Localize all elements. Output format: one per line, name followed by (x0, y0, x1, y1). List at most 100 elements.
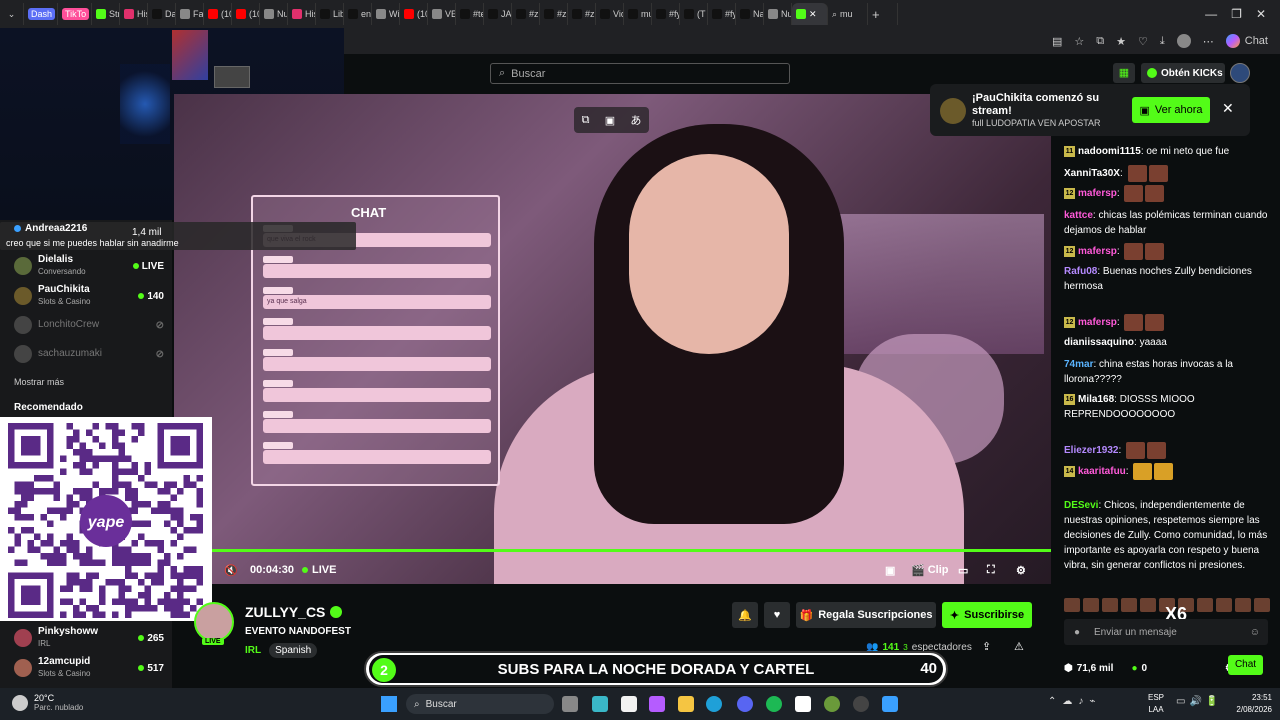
translate-icon[interactable]: あ (630, 112, 641, 128)
chat-username[interactable]: Eliezer1932 (1064, 445, 1119, 456)
tab-list-button[interactable]: ⌄ (0, 3, 24, 25)
kicks-store-icon[interactable]: ▦ (1113, 63, 1135, 83)
emote[interactable] (1083, 598, 1099, 612)
emote[interactable] (1124, 185, 1144, 202)
taskbar-search[interactable]: ⌕ Buscar (406, 694, 554, 714)
browser-tab[interactable]: #fy (708, 3, 736, 25)
browser-tab[interactable]: Dash (24, 3, 58, 25)
emote[interactable] (1126, 442, 1146, 459)
chat-input[interactable]: ● Enviar un mensaje ☺ (1064, 619, 1268, 645)
profile-avatar[interactable] (1176, 34, 1191, 48)
extra-tab[interactable]: ⌕ mu (828, 3, 868, 25)
app-icon[interactable] (882, 696, 898, 712)
browser-tab[interactable]: #fy (652, 3, 680, 25)
browser-tab[interactable]: (10 (204, 3, 232, 25)
user-avatar[interactable] (1230, 63, 1250, 83)
close-tab-icon[interactable]: ✕ (809, 9, 817, 20)
browser-tab[interactable]: #tel (456, 3, 484, 25)
edge-icon[interactable] (706, 696, 722, 712)
emote[interactable] (1148, 165, 1168, 182)
downloads-icon[interactable]: ⤓ (1160, 35, 1165, 48)
browser-tab[interactable]: TikTo (58, 3, 92, 25)
chat-username[interactable]: Rafu08 (1064, 266, 1097, 277)
sidebar-channel-dielalis[interactable]: Dielalis Conversando LIVE (14, 254, 164, 278)
browser-tab[interactable]: Nar (736, 3, 764, 25)
sidebar-channel-pauchikita[interactable]: PauChikita Slots & Casino 140 (14, 284, 164, 308)
browser-tab[interactable]: Nu (764, 3, 792, 25)
clip-button[interactable]: 🎬 Clip (911, 564, 948, 577)
browser-tab[interactable]: Hist (120, 3, 148, 25)
emote[interactable] (1254, 598, 1270, 612)
extensions-icon[interactable]: ♡ (1138, 35, 1148, 48)
subscribe-button[interactable]: ✦ Suscribirse (942, 602, 1032, 628)
widgets-icon[interactable] (592, 696, 608, 712)
theater-icon[interactable]: ▣ (605, 114, 615, 127)
browser-tab[interactable]: VER (428, 3, 456, 25)
browser-tab[interactable]: #zu (540, 3, 568, 25)
emote[interactable] (1140, 598, 1156, 612)
fullscreen-icon[interactable]: ⛶ (987, 564, 995, 577)
minimize-button[interactable]: — (1205, 7, 1217, 21)
sidebar-channel-12amcupid[interactable]: 12amcupid Slots & Casino 517 (14, 656, 164, 680)
report-icon[interactable]: ⚠ (1014, 640, 1024, 653)
streamer-name[interactable]: ZULLYY_CS (245, 604, 343, 620)
browser-tab[interactable]: Wik (372, 3, 400, 25)
mute-icon[interactable]: 🔇 (224, 564, 238, 577)
app-icon[interactable] (621, 696, 637, 712)
theater-mode-icon[interactable]: ▭ (958, 564, 968, 577)
browser-tab[interactable]: Libe (316, 3, 344, 25)
chat-username[interactable]: mafersp (1078, 188, 1117, 199)
chat-username[interactable]: 74mar (1064, 359, 1093, 370)
browser-tab[interactable]: Dan (148, 3, 176, 25)
close-icon[interactable]: ✕ (1222, 100, 1234, 117)
favorite-star-icon[interactable]: ☆ (1074, 35, 1084, 48)
browser-tab[interactable]: Vid (596, 3, 624, 25)
search-input[interactable]: ⌕ Buscar (490, 63, 790, 84)
restore-button[interactable]: ❐ (1231, 7, 1242, 21)
chat-username[interactable]: Mila168 (1078, 394, 1114, 405)
follow-heart-button[interactable]: ♥ (764, 602, 790, 628)
file-explorer-icon[interactable] (678, 696, 694, 712)
gift-subs-button[interactable]: 🎁 Regala Suscripciones (796, 602, 936, 628)
browser-tab[interactable]: #zu (568, 3, 596, 25)
emote[interactable] (1147, 442, 1167, 459)
chat-username[interactable]: nadoomi1115 (1078, 146, 1141, 157)
browser-tab[interactable]: en c (344, 3, 372, 25)
sidebar-channel-lonchitocrew[interactable]: LonchitoCrew ⊘ (14, 316, 164, 334)
clock[interactable]: 23:51 2/08/2026 (1236, 692, 1272, 716)
emote[interactable] (1102, 598, 1118, 612)
chat-username[interactable]: mafersp (1078, 246, 1117, 257)
emote[interactable] (1127, 165, 1147, 182)
chat-username[interactable]: XanniTa30X (1064, 168, 1120, 179)
chat-username[interactable]: mafersp (1078, 317, 1117, 328)
progress-bar[interactable] (212, 549, 1051, 552)
live-indicator[interactable]: LIVE (302, 564, 336, 576)
browser-tab[interactable]: Nu (260, 3, 288, 25)
emoji-icon[interactable]: ☺ (1250, 627, 1260, 638)
browser-tab[interactable]: (10 (232, 3, 260, 25)
spotify-icon[interactable] (766, 696, 782, 712)
emote[interactable] (1235, 598, 1251, 612)
new-tab-button[interactable]: + (868, 3, 898, 25)
emote[interactable] (1064, 598, 1080, 612)
more-menu-icon[interactable]: ⋯ (1203, 35, 1214, 48)
emote[interactable] (1145, 243, 1165, 260)
get-kicks-button[interactable]: Obtén KICKs (1141, 63, 1225, 83)
browser-tab[interactable]: #zu (512, 3, 540, 25)
emote[interactable] (1145, 185, 1165, 202)
reading-view-icon[interactable]: ▤ (1052, 35, 1062, 48)
pip-icon[interactable]: ⧉ (582, 114, 590, 127)
browser-tab[interactable]: Stre (92, 3, 120, 25)
emote[interactable] (1133, 463, 1153, 480)
browser-tab[interactable]: JAJ (484, 3, 512, 25)
chat-username[interactable]: dianiissaquino (1064, 337, 1134, 348)
task-view-icon[interactable] (562, 696, 578, 712)
notion-icon[interactable] (795, 696, 811, 712)
app-icon[interactable] (824, 696, 840, 712)
split-screen-icon[interactable]: ⧉ (1096, 35, 1104, 48)
streamer-avatar[interactable] (194, 602, 234, 642)
fit-icon[interactable]: ▣ (885, 564, 895, 577)
notifications-bell-button[interactable]: 🔔 (732, 602, 758, 628)
share-icon[interactable]: ⇪ (982, 640, 991, 653)
chat-username[interactable]: kattce (1064, 210, 1093, 221)
